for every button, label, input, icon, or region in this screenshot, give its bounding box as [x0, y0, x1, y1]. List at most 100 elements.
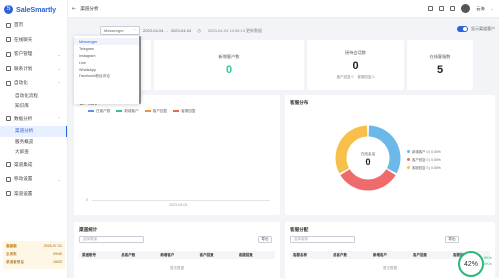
chevron-down-icon: ⌄ [57, 66, 61, 72]
sidebar-sub-big-screen[interactable]: 大屏查 [0, 147, 67, 158]
sidebar-sub-knowledge[interactable]: 知识库 [0, 101, 67, 112]
sidebar-item-chat[interactable]: 在线聊天 [0, 33, 67, 48]
chevron-up-icon: ⌃ [132, 29, 136, 33]
plan-expire: 2025-07-31 [43, 244, 62, 248]
y-tick-label: 0 [86, 198, 88, 202]
stat-value: 5 [436, 64, 444, 76]
message-icon[interactable] [428, 6, 434, 11]
help-icon[interactable] [450, 6, 456, 11]
update-time: 2023-04-04 14:35:13 更新数据 [207, 27, 263, 33]
plan-name: 高级版 [6, 244, 17, 248]
gear-icon [6, 176, 11, 182]
channel-option[interactable]: Instagram [74, 52, 139, 59]
channel-stats-title: 渠道统计 [79, 227, 98, 232]
settings-icon [6, 191, 11, 197]
service-stats-select[interactable]: 选择客服 [290, 236, 355, 243]
sidebar-item-mobile-settings[interactable]: 移动设置 ⌄ [0, 172, 67, 187]
service-stats-title: 客服分配 [290, 227, 309, 232]
sidebar-sub-flow[interactable]: 自动化流程 [0, 91, 67, 102]
chevron-up-icon: ⌃ [57, 80, 61, 86]
date-range[interactable]: 2023-04-04 - 2023-04-04 ◷ 2023-04-04 14:… [143, 26, 262, 35]
bell-icon[interactable] [439, 6, 445, 11]
channel-dropdown: Messenger Telegram Instagram Line WhatsA… [74, 36, 141, 104]
calendar-icon [6, 66, 11, 72]
donut-center-value: 0 [365, 157, 371, 167]
chevron-down-icon: ⌄ [57, 176, 61, 182]
trend-legend: 在客户数 新增客户 客户回复 客服回复 [88, 109, 196, 114]
legend-swatch [88, 110, 94, 112]
stat-card-online-agents: 在线客服数 5 [407, 40, 473, 90]
channel-select[interactable]: Messenger ⌃ [100, 26, 140, 35]
channel-stats-card: 渠道统计 选择渠道 导出 渠道账号 总客户数 新增客户 客户回复 客服回复 暂无… [74, 222, 280, 278]
plan-channels: 15/20 [53, 260, 62, 264]
avatar[interactable] [461, 4, 471, 13]
clock-icon: ◷ [197, 28, 201, 33]
sidebar-sub-service-overview[interactable]: 服务概览 [0, 137, 67, 148]
home-icon [6, 22, 11, 28]
channel-stats-select[interactable]: 选择渠道 [79, 236, 144, 243]
channel-option[interactable]: Facebook粉丝评论 [74, 73, 139, 80]
export-button[interactable]: 导出 [258, 236, 272, 243]
export-button[interactable]: 导出 [445, 236, 459, 243]
channel-option[interactable]: Line [74, 59, 139, 66]
legend-swatch [407, 158, 410, 161]
filter-bar: Messenger ⌃ 2023-04-04 - 2023-04-04 ◷ 20… [100, 26, 495, 36]
network-speed: 0K/s 0K/s [484, 256, 492, 266]
distribution-legend: 新增客户 0 | 0.00% 客户回复 0 | 0.00% 客服回复 0 | 0… [407, 148, 441, 172]
trend-card: 客户趋势 在客户数 新增客户 客户回复 客服回复 0 2023-04-04 [74, 95, 280, 215]
stat-value: 0 [352, 60, 359, 72]
donut-segment-2 [340, 168, 396, 191]
sidebar-item-customers[interactable]: 客户管理 ⌄ [0, 47, 67, 62]
sidebar-item-home[interactable]: 首页 [0, 18, 67, 33]
sidebar-item-integration[interactable]: 渠道集成 [0, 158, 67, 173]
sidebar-item-data[interactable]: 数据分析 ⌃ [0, 112, 67, 127]
date-end[interactable]: 2023-04-04 [171, 28, 191, 33]
top-bar: ⇤ 渠道分析 云海 ⌄ [68, 0, 499, 18]
plan-seats: 29/40 [53, 252, 62, 256]
users-icon [6, 51, 11, 57]
legend-swatch [144, 110, 151, 112]
brand-name: SaleSmartly [16, 4, 57, 14]
channel-option[interactable]: Messenger [74, 38, 139, 45]
channel-option[interactable]: Telegram [74, 45, 139, 52]
stat-card-sessions: 接待会话数 0 客户回复 0 客服回复 0 [307, 40, 404, 90]
chevron-up-icon: ⌃ [57, 116, 61, 122]
sidebar: S SaleSmartly 首页 在线聊天 客户管理 ⌄ 联系计划 ⌄ 自动化 ⌃ 自… [0, 0, 68, 278]
stat-value: 0 [225, 64, 233, 76]
sidebar-item-automation[interactable]: 自动化 ⌃ [0, 76, 67, 91]
plug-icon [6, 162, 11, 168]
performance-widget[interactable]: 42% [458, 251, 484, 277]
legend-swatch [173, 110, 180, 112]
date-start[interactable]: 2023-04-04 [143, 28, 163, 33]
channel-option[interactable]: WhatsApp [74, 66, 139, 73]
legend-swatch [407, 150, 410, 153]
x-tick-label: 2023-04-04 [169, 203, 188, 207]
plan-card[interactable]: 高级版 2025-07-31 坐席数 29/40 渠道套餐量 15/20 [3, 241, 65, 269]
chevron-down-icon[interactable]: ⌄ [491, 6, 494, 11]
distribution-title: 客服分布 [290, 100, 309, 105]
page-title: 渠道分析 [80, 5, 99, 11]
empty-state: 暂无数据 [170, 266, 184, 270]
trend-axis-line [92, 200, 270, 201]
channel-stats-table: 渠道账号 总客户数 新增客户 客户回复 客服回复 暂无数据 [79, 251, 275, 271]
legend-swatch [407, 166, 410, 169]
toggle-switch[interactable] [457, 26, 468, 32]
sidebar-nav: 首页 在线聊天 客户管理 ⌄ 联系计划 ⌄ 自动化 ⌃ 自动化流程 知识库 数据分析 ⌃… [0, 18, 67, 201]
table-header: 渠道账号 总客户数 新增客户 客户回复 客服回复 [79, 251, 275, 259]
collapse-icon[interactable]: ⇤ [72, 6, 76, 12]
sidebar-item-contact[interactable]: 联系计划 ⌄ [0, 62, 67, 77]
sidebar-sub-channel-analysis[interactable]: 渠道分析 [0, 126, 67, 137]
username[interactable]: 云海 [476, 6, 484, 12]
robot-icon [6, 80, 11, 86]
chart-icon [6, 116, 11, 122]
chat-icon [6, 37, 11, 43]
sidebar-item-channel-settings[interactable]: 渠道设置 [0, 187, 67, 202]
logo-icon: S [4, 4, 13, 14]
chevron-down-icon: ⌄ [57, 51, 61, 57]
stat-card-new-customers: 新增客户数 0 [154, 40, 304, 90]
show-channel-toggle[interactable]: 显示渠道客户 [457, 26, 495, 32]
legend-swatch [116, 110, 123, 112]
top-actions: 云海 ⌄ [428, 4, 494, 13]
distribution-card: 客服分布 在线会话 0 新增客户 0 | 0.00% 客户回复 0 | 0.00… [285, 95, 495, 215]
brand-logo[interactable]: S SaleSmartly [0, 0, 67, 18]
